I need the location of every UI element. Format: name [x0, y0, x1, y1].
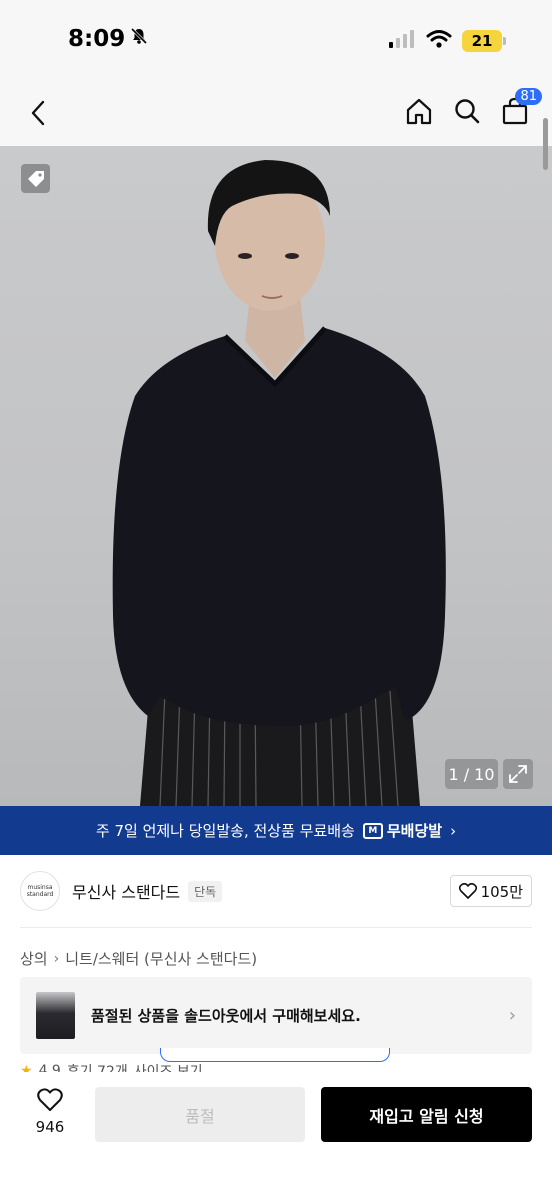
delivery-promo-banner[interactable]: 주 7일 언제나 당일발송, 전상품 무료배송 M 무배당발 ›: [0, 806, 552, 855]
restock-alert-button[interactable]: 재입고 알림 신청: [321, 1087, 532, 1142]
exclusive-badge: 단독: [188, 880, 223, 902]
brand-like-button[interactable]: 105만: [449, 875, 532, 907]
top-navigation: 81: [0, 80, 552, 146]
brand-logo-line1: musinsa: [27, 884, 53, 891]
status-time: 8:09: [68, 26, 149, 52]
chevron-right-icon: ›: [53, 950, 60, 967]
brand-like-count: 105만: [480, 882, 523, 901]
brand-logo[interactable]: musinsa standard: [20, 871, 60, 911]
promo-brand-label: 무배당발: [386, 822, 443, 840]
product-image-carousel[interactable]: 1 / 10: [0, 146, 552, 806]
expand-icon: [509, 765, 527, 783]
expand-image-button[interactable]: [503, 759, 533, 789]
promo-brand: M 무배당발: [362, 820, 443, 841]
product-like-button[interactable]: 946: [28, 1088, 72, 1136]
brand-row: musinsa standard 무신사 스탠다드 단독 105만: [20, 868, 532, 914]
brand-logo-line2: standard: [26, 891, 54, 898]
bottom-action-bar: 946 품절 재입고 알림 신청: [0, 1072, 552, 1200]
search-icon: [455, 99, 480, 124]
breadcrumb: 상의 › 니트/스웨터 (무신사 스탠다드): [20, 948, 257, 969]
status-bar: 8:09 21: [0, 0, 552, 80]
home-icon: [406, 98, 432, 125]
image-counter: 1 / 10: [445, 759, 498, 789]
cart-count-badge: 81: [515, 88, 542, 105]
heart-icon: [458, 883, 477, 899]
promo-text: 주 7일 언제나 당일발송, 전상품 무료배송: [95, 822, 355, 840]
product-thumbnail: [36, 992, 75, 1039]
breadcrumb-item-subcategory[interactable]: 니트/스웨터 (무신사 스탠다드): [65, 948, 257, 969]
delivery-truck-icon: M: [362, 822, 383, 839]
product-like-count: 946: [35, 1118, 65, 1136]
mute-bell-icon: [129, 26, 149, 52]
chevron-right-icon: ›: [450, 821, 457, 840]
signal-icon: [388, 29, 416, 53]
home-button[interactable]: [404, 94, 434, 128]
tag-icon: [27, 170, 44, 187]
status-indicators: 21: [388, 29, 506, 53]
status-time-text: 8:09: [68, 26, 126, 52]
soldout-card-text: 품절된 상품을 솔드아웃에서 구매해보세요.: [91, 1007, 361, 1025]
product-photo: [112, 160, 446, 806]
cart-button[interactable]: 81: [500, 88, 542, 128]
scrollbar[interactable]: [543, 118, 548, 170]
battery-icon: 21: [462, 30, 506, 52]
back-button[interactable]: [24, 96, 52, 130]
chevron-left-icon: [31, 100, 45, 126]
breadcrumb-item-category[interactable]: 상의: [20, 948, 48, 969]
search-button[interactable]: [452, 94, 482, 128]
soldout-marketplace-card[interactable]: 품절된 상품을 솔드아웃에서 구매해보세요. ›: [20, 977, 532, 1054]
price-tag-button[interactable]: [21, 164, 50, 193]
soldout-button: 품절: [95, 1087, 305, 1142]
heart-icon: [37, 1088, 63, 1111]
divider: [20, 927, 532, 928]
wifi-icon: [426, 29, 452, 53]
chevron-right-icon: ›: [508, 1005, 516, 1026]
brand-name-link[interactable]: 무신사 스탠다드: [72, 879, 180, 903]
